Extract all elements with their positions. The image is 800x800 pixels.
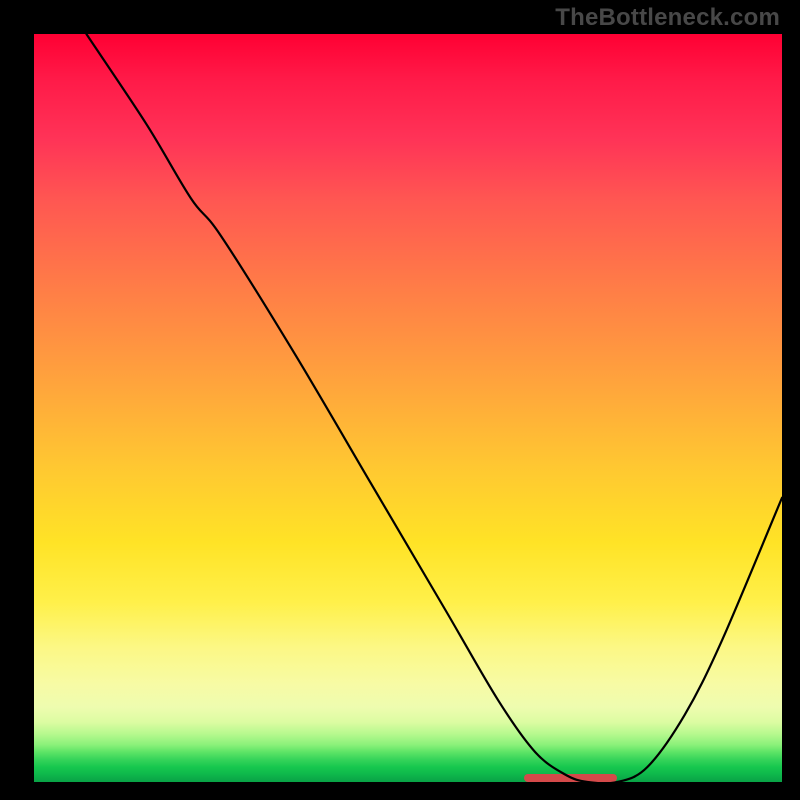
plot-area (34, 34, 782, 782)
watermark-text: TheBottleneck.com (555, 4, 780, 32)
bottleneck-curve (34, 34, 782, 782)
chart-container: TheBottleneck.com (0, 0, 800, 800)
